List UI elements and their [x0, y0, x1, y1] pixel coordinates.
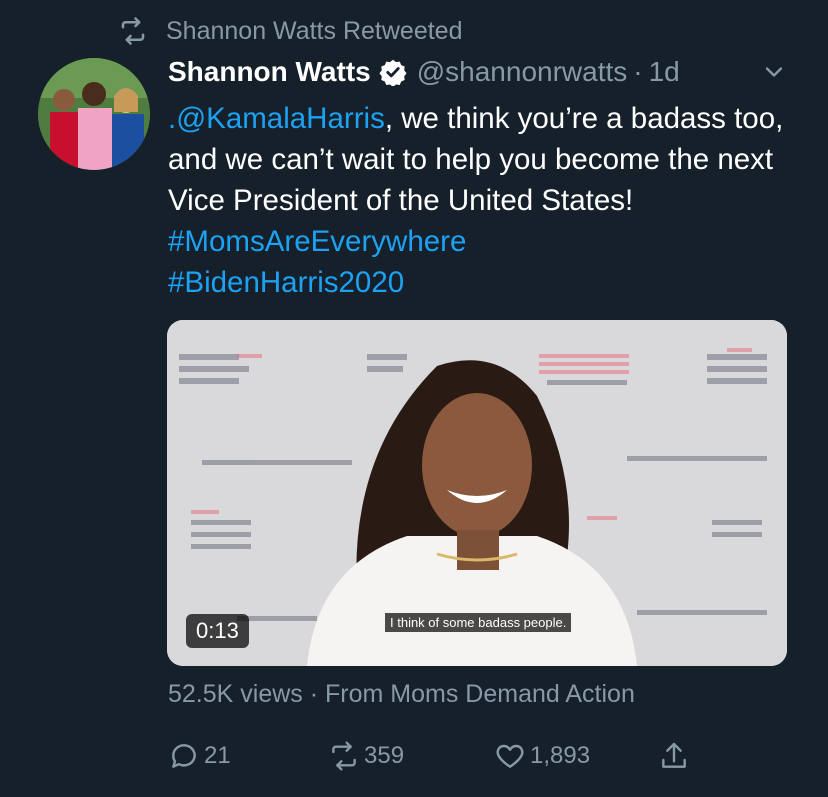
- retweet-icon: [121, 17, 145, 45]
- video-duration: 0:13: [186, 614, 249, 648]
- hashtag-link[interactable]: #BidenHarris2020: [168, 266, 404, 299]
- author-name[interactable]: Shannon Watts: [168, 56, 371, 88]
- avatar-photo: [38, 58, 150, 170]
- header-separator: ·: [633, 56, 643, 87]
- action-bar: 21 359 1,893: [168, 740, 828, 784]
- video-player[interactable]: 0:13 I think of some badass people.: [167, 320, 787, 666]
- reply-count: 21: [204, 742, 231, 769]
- hashtag-link[interactable]: #MomsAreEverywhere: [168, 225, 466, 258]
- avatar[interactable]: [38, 58, 150, 170]
- retweet-button[interactable]: 359: [328, 740, 404, 772]
- like-count: 1,893: [530, 742, 591, 769]
- retweet-banner[interactable]: Shannon Watts Retweeted: [118, 14, 462, 48]
- tweet-text: .@KamalaHarris, we think you’re a badass…: [168, 98, 788, 303]
- mention-link[interactable]: .@KamalaHarris: [168, 102, 385, 135]
- reply-button[interactable]: 21: [168, 740, 231, 772]
- reply-icon: [172, 744, 196, 768]
- like-button[interactable]: 1,893: [494, 740, 590, 772]
- view-count: 52.5K views: [168, 680, 303, 708]
- tweet-timestamp[interactable]: 1d: [649, 56, 680, 88]
- media-source[interactable]: From Moms Demand Action: [325, 680, 635, 708]
- share-button[interactable]: [658, 740, 694, 772]
- retweet-banner-text: Shannon Watts Retweeted: [166, 16, 463, 45]
- stats-separator: ·: [309, 680, 319, 708]
- retweet-count: 359: [364, 742, 405, 769]
- retweet-icon: [332, 741, 356, 771]
- author-handle[interactable]: @shannonrwatts: [417, 56, 628, 88]
- verified-badge-icon: [379, 59, 407, 86]
- tweet-header: Shannon Watts @shannonrwatts · 1d: [168, 52, 788, 92]
- video-caption: I think of some badass people.: [385, 613, 572, 632]
- tweet-stats-line: 52.5K views · From Moms Demand Action: [168, 680, 635, 709]
- chevron-down-icon[interactable]: [760, 58, 788, 86]
- share-icon: [662, 742, 686, 768]
- heart-icon: [496, 744, 524, 768]
